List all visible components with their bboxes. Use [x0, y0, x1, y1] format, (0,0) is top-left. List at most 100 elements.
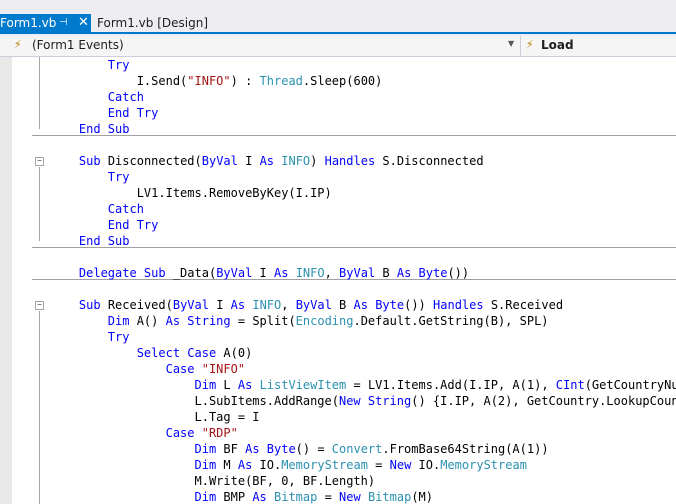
code-line-text: L.Tag = I: [50, 409, 259, 425]
code-token: () {I.IP, A(2), GetCountry.LookupCountry…: [411, 394, 676, 408]
code-token: ,: [281, 298, 296, 312]
code-line[interactable]: Dim A() As String = Split(Encoding.Defau…: [12, 313, 676, 329]
code-line-text: Dim BMP As Bitmap = New Bitmap(M): [50, 489, 434, 504]
code-token: ()): [447, 266, 470, 280]
tab-label: Form1.vb [Design]: [97, 16, 209, 30]
close-icon[interactable]: ✕: [78, 14, 89, 32]
code-token: I: [237, 154, 260, 168]
code-token: As Byte: [245, 442, 296, 456]
code-line[interactable]: End Try: [12, 105, 676, 121]
code-token: Disconnected(: [100, 154, 202, 168]
code-line[interactable]: Case "RDP": [12, 425, 676, 441]
code-line[interactable]: Case "INFO": [12, 361, 676, 377]
code-editor[interactable]: − − Try I.Send("INFO") : Thread.Sleep(60…: [12, 57, 676, 504]
code-line[interactable]: [12, 281, 676, 297]
code-token: Case: [165, 362, 195, 376]
code-line-text: LV1.Items.RemoveByKey(I.IP): [50, 185, 332, 201]
pin-icon[interactable]: ⊣: [59, 14, 68, 32]
code-line-text: End Try: [50, 217, 159, 233]
code-token: M.Write(BF, 0, BF.Length): [50, 474, 376, 488]
chevron-down-icon[interactable]: ▼: [508, 39, 514, 48]
code-line-text: Dim M As IO.MemoryStream = New IO.Memory…: [50, 457, 527, 473]
code-token: Sub: [78, 298, 101, 312]
code-token: M: [216, 458, 238, 472]
code-token: Delegate Sub: [78, 266, 166, 280]
events-dropdown[interactable]: ⚡ (Form1 Events) ▼: [8, 36, 518, 56]
tab-form1-vb[interactable]: Form1.vb ⊣ ✕: [0, 14, 91, 32]
code-token: ()): [404, 298, 434, 312]
code-token: As String: [165, 314, 231, 328]
code-line[interactable]: L.Tag = I: [12, 409, 676, 425]
code-token: ,: [324, 266, 340, 280]
code-token: "INFO": [201, 362, 246, 376]
code-token: S.Received: [483, 298, 564, 312]
code-token: End Sub: [78, 234, 130, 248]
method-dropdown[interactable]: ⚡ Load: [520, 36, 676, 56]
code-line[interactable]: I.Send("INFO") : Thread.Sleep(600): [12, 73, 676, 89]
code-line[interactable]: Try: [12, 329, 676, 345]
code-line[interactable]: Dim L As ListViewItem = LV1.Items.Add(I.…: [12, 377, 676, 393]
code-line[interactable]: LV1.Items.RemoveByKey(I.IP): [12, 185, 676, 201]
code-line[interactable]: Sub Disconnected(ByVal I As INFO) Handle…: [12, 153, 676, 169]
code-token: = Split(: [230, 314, 296, 328]
code-token: Try: [107, 170, 130, 184]
code-token: As: [230, 298, 246, 312]
code-token: "RDP": [201, 426, 238, 440]
code-line[interactable]: L.SubItems.AddRange(New String() {I.IP, …: [12, 393, 676, 409]
code-token: .Default.GetString(B), SPL): [353, 314, 549, 328]
code-token: As: [353, 298, 368, 312]
code-line[interactable]: Dim BMP As Bitmap = New Bitmap(M): [12, 489, 676, 504]
code-token: IO.: [252, 458, 282, 472]
code-line[interactable]: Select Case A(0): [12, 345, 676, 361]
code-token: Dim: [194, 442, 217, 456]
code-line-text: Catch: [50, 201, 144, 217]
code-line[interactable]: Try: [12, 169, 676, 185]
code-line[interactable]: Catch: [12, 89, 676, 105]
code-token: Dim: [194, 490, 217, 504]
code-line[interactable]: [12, 249, 676, 265]
code-token: ByVal: [216, 266, 253, 280]
code-line-text: Try: [50, 57, 130, 73]
code-token: Try: [107, 330, 130, 344]
code-line[interactable]: End Try: [12, 217, 676, 233]
code-line-text: Select Case A(0): [50, 345, 253, 361]
code-line[interactable]: Dim BF As Byte() = Convert.FromBase64Str…: [12, 441, 676, 457]
code-token: MemoryStream: [281, 458, 368, 472]
code-line[interactable]: M.Write(BF, 0, BF.Length): [12, 473, 676, 489]
code-token: Bitmap: [367, 490, 412, 504]
code-line[interactable]: [12, 137, 676, 153]
code-line[interactable]: Dim M As IO.MemoryStream = New IO.Memory…: [12, 457, 676, 473]
code-token: As: [274, 266, 289, 280]
tab-form1-design[interactable]: Form1.vb [Design]: [97, 14, 217, 32]
code-token: As: [252, 490, 267, 504]
code-line[interactable]: End Sub: [12, 233, 676, 249]
navigation-bar: ⚡ (Form1 Events) ▼ ⚡ Load: [0, 36, 676, 57]
code-token: I: [252, 266, 274, 280]
code-line[interactable]: End Sub: [12, 121, 676, 137]
editor-left-margin: [0, 57, 12, 504]
code-line[interactable]: Sub Received(ByVal I As INFO, ByVal B As…: [12, 297, 676, 313]
code-token: =: [367, 458, 390, 472]
code-line[interactable]: Catch: [12, 201, 676, 217]
code-line[interactable]: Try: [12, 57, 676, 73]
code-token: ByVal: [339, 266, 376, 280]
code-token: As: [237, 378, 253, 392]
code-token: A(): [129, 314, 166, 328]
code-token: "INFO": [187, 74, 231, 88]
code-line[interactable]: Delegate Sub _Data(ByVal I As INFO, ByVa…: [12, 265, 676, 281]
code-line-text: M.Write(BF, 0, BF.Length): [50, 473, 375, 489]
code-line-text: End Try: [50, 105, 159, 121]
